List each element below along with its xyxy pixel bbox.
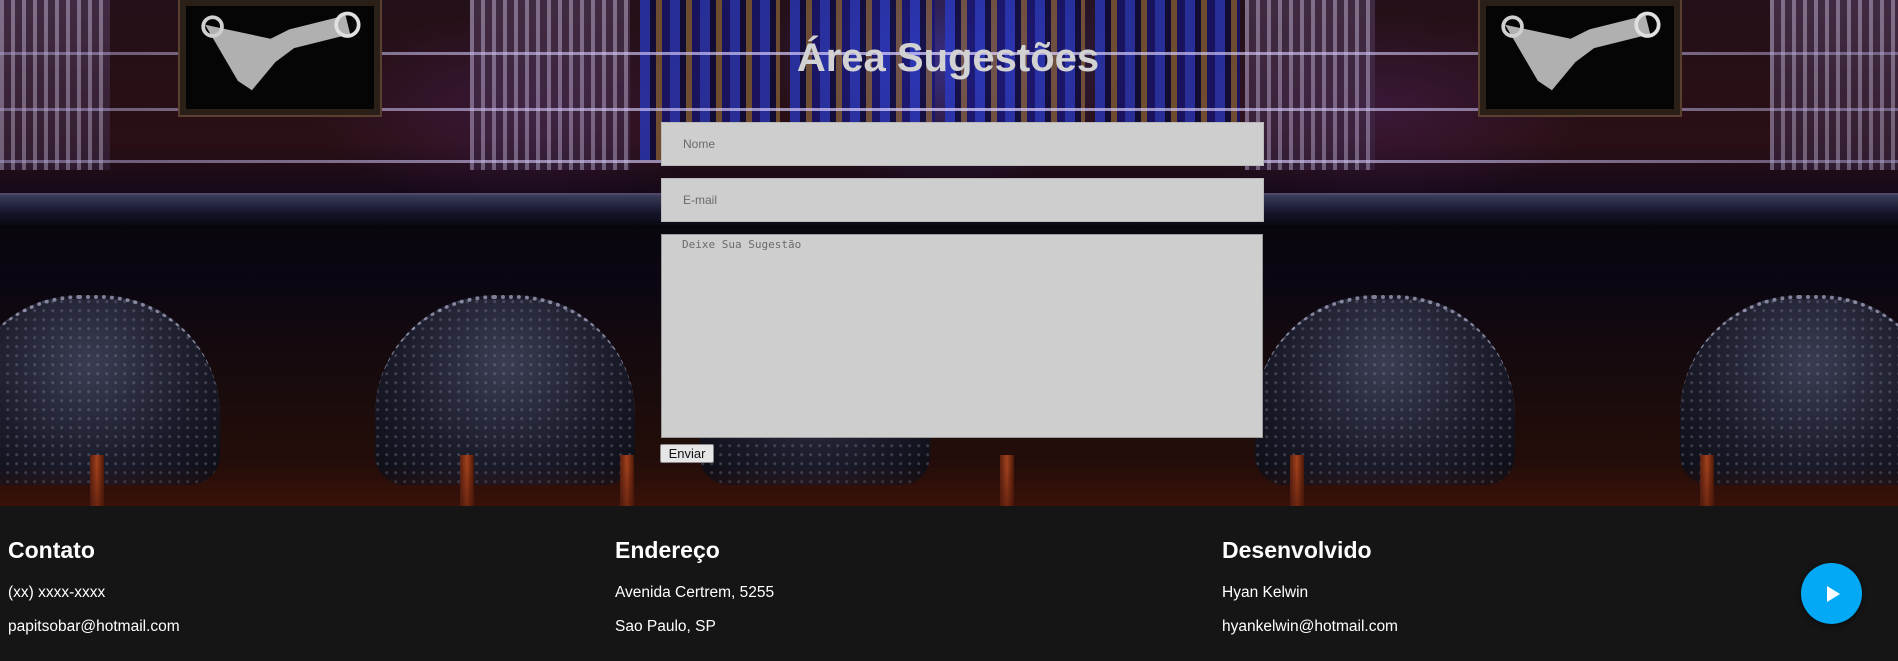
page-title: Área Sugestões (796, 36, 1100, 80)
contact-email: papitsobar@hotmail.com (8, 618, 180, 635)
email-field[interactable] (661, 178, 1264, 222)
address-city: Sao Paulo, SP (615, 618, 716, 635)
glass-shelf (1245, 0, 1375, 170)
developer-name: Hyan Kelwin (1222, 584, 1309, 601)
contact-heading: Contato (8, 537, 95, 563)
name-field[interactable] (661, 122, 1264, 166)
glass-shelf (1770, 0, 1898, 170)
developer-email: hyankelwin@hotmail.com (1222, 618, 1398, 635)
play-button[interactable] (1801, 563, 1862, 624)
bar-chair (0, 295, 220, 485)
address-heading: Endereço (615, 537, 720, 563)
developer-heading: Desenvolvido (1222, 537, 1372, 563)
suggestion-textarea[interactable] (661, 234, 1263, 438)
contact-phone: (xx) xxxx-xxxx (8, 584, 106, 601)
glass-shelf (470, 0, 630, 170)
glass-shelf (0, 0, 110, 170)
address-street: Avenida Certrem, 5255 (615, 584, 775, 601)
submit-button[interactable]: Enviar (660, 444, 714, 463)
play-icon (1826, 585, 1840, 602)
bar-chair (375, 295, 635, 485)
footer: Contato (xx) xxxx-xxxx papitsobar@hotmai… (0, 506, 1898, 661)
floor (0, 466, 1898, 506)
